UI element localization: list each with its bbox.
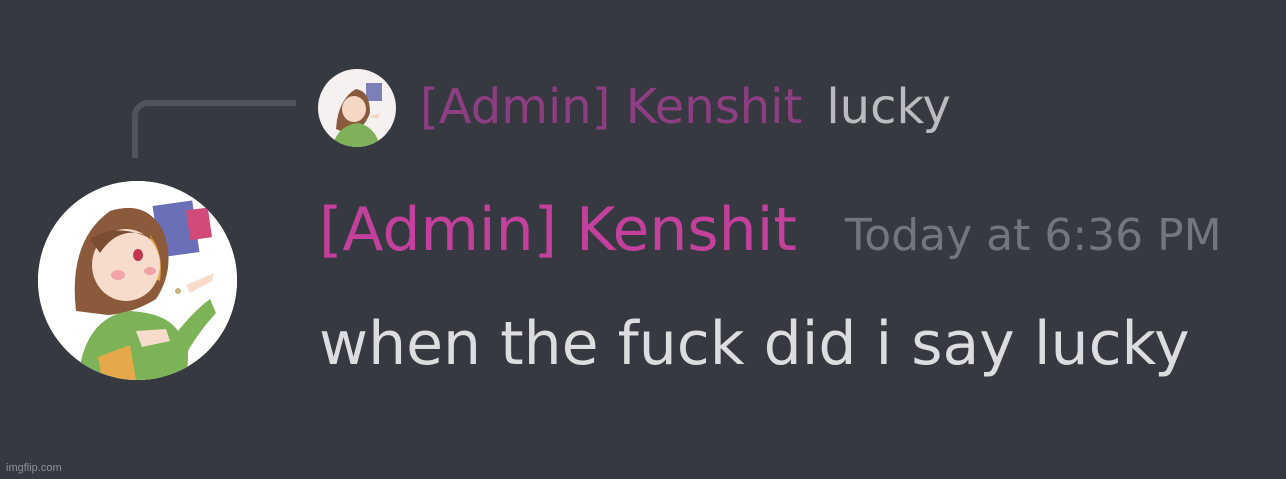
reply-author-name[interactable]: [Admin] Kenshit [420,83,802,131]
message-header: [Admin] Kenshit Today at 6:36 PM [319,190,1222,270]
reply-avatar-icon[interactable] [318,69,396,147]
author-name[interactable]: [Admin] Kenshit [319,190,797,270]
reply-message-text[interactable]: lucky [826,83,951,131]
message-content: when the fuck did i say lucky [319,309,1190,379]
watermark: imgflip.com [6,462,62,474]
reply-preview[interactable]: [Admin] Kenshit lucky [318,68,951,148]
message-timestamp: Today at 6:36 PM [844,210,1222,261]
reply-connector-line [132,100,296,158]
user-avatar-icon[interactable] [38,181,237,380]
